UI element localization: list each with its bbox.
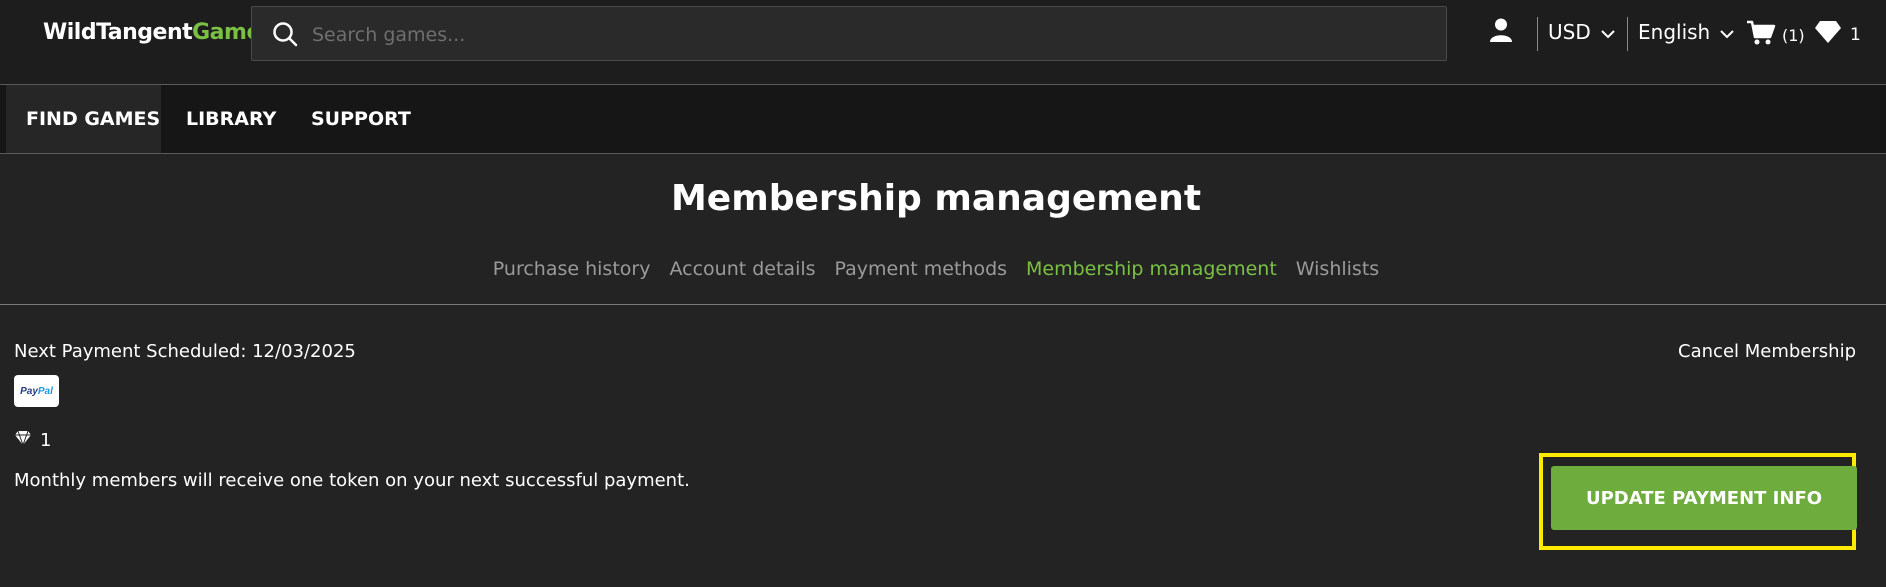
gem-icon <box>1814 20 1842 49</box>
subnav-wishlists[interactable]: Wishlists <box>1296 258 1379 280</box>
account-subnav: Purchase history Account details Payment… <box>0 258 1872 280</box>
token-balance: 1 <box>14 430 51 451</box>
separator <box>1627 17 1628 51</box>
paypal-logo-part2: Pal <box>37 385 53 397</box>
subnav-account-details[interactable]: Account details <box>669 258 815 280</box>
paypal-logo-part1: Pay <box>20 385 38 397</box>
cart-icon <box>1746 20 1776 50</box>
subnav-payment-methods[interactable]: Payment methods <box>835 258 1008 280</box>
language-label: English <box>1638 20 1711 44</box>
cancel-membership-link[interactable]: Cancel Membership <box>1678 341 1856 362</box>
gem-balance[interactable]: 1 <box>1814 20 1861 49</box>
chevron-down-icon <box>1720 20 1734 44</box>
nav-label: FIND GAMES <box>26 108 161 130</box>
nav-support[interactable]: SUPPORT <box>311 85 411 153</box>
subnav-purchase-history[interactable]: Purchase history <box>493 258 651 280</box>
nav-library[interactable]: LIBRARY <box>186 85 276 153</box>
cart-count: (1) <box>1782 25 1805 45</box>
separator <box>1537 17 1538 51</box>
update-payment-info-button[interactable]: UPDATE PAYMENT INFO <box>1551 466 1857 530</box>
token-count: 1 <box>40 430 52 451</box>
paypal-logo: Pay Pal <box>14 375 59 407</box>
cart-button[interactable]: (1) <box>1746 20 1805 50</box>
section-divider <box>0 304 1886 305</box>
page-title: Membership management <box>670 178 1202 219</box>
token-message: Monthly members will receive one token o… <box>14 470 690 491</box>
nav-label: SUPPORT <box>311 108 411 130</box>
logo-text: WildTangent <box>43 20 193 45</box>
user-account-icon[interactable] <box>1490 18 1512 46</box>
search-icon[interactable] <box>272 21 298 51</box>
currency-label: USD <box>1548 20 1591 44</box>
top-bar: WildTangentGames USD English (1) 1 <box>0 0 1886 85</box>
gem-count: 1 <box>1850 24 1861 45</box>
nav-label: LIBRARY <box>186 108 277 130</box>
wildtangent-logo[interactable]: WildTangentGames <box>43 20 274 45</box>
search-bar <box>251 6 1447 61</box>
language-dropdown[interactable]: English <box>1638 20 1734 44</box>
nav-find-games[interactable]: FIND GAMES <box>6 85 161 153</box>
gem-icon <box>14 430 32 451</box>
currency-dropdown[interactable]: USD <box>1548 20 1615 44</box>
search-input[interactable] <box>310 17 1414 53</box>
subnav-membership-management[interactable]: Membership management <box>1026 258 1277 280</box>
main-nav: FIND GAMES LIBRARY SUPPORT <box>0 85 1886 154</box>
chevron-down-icon <box>1601 20 1615 44</box>
next-payment-text: Next Payment Scheduled: 12/03/2025 <box>14 341 356 362</box>
